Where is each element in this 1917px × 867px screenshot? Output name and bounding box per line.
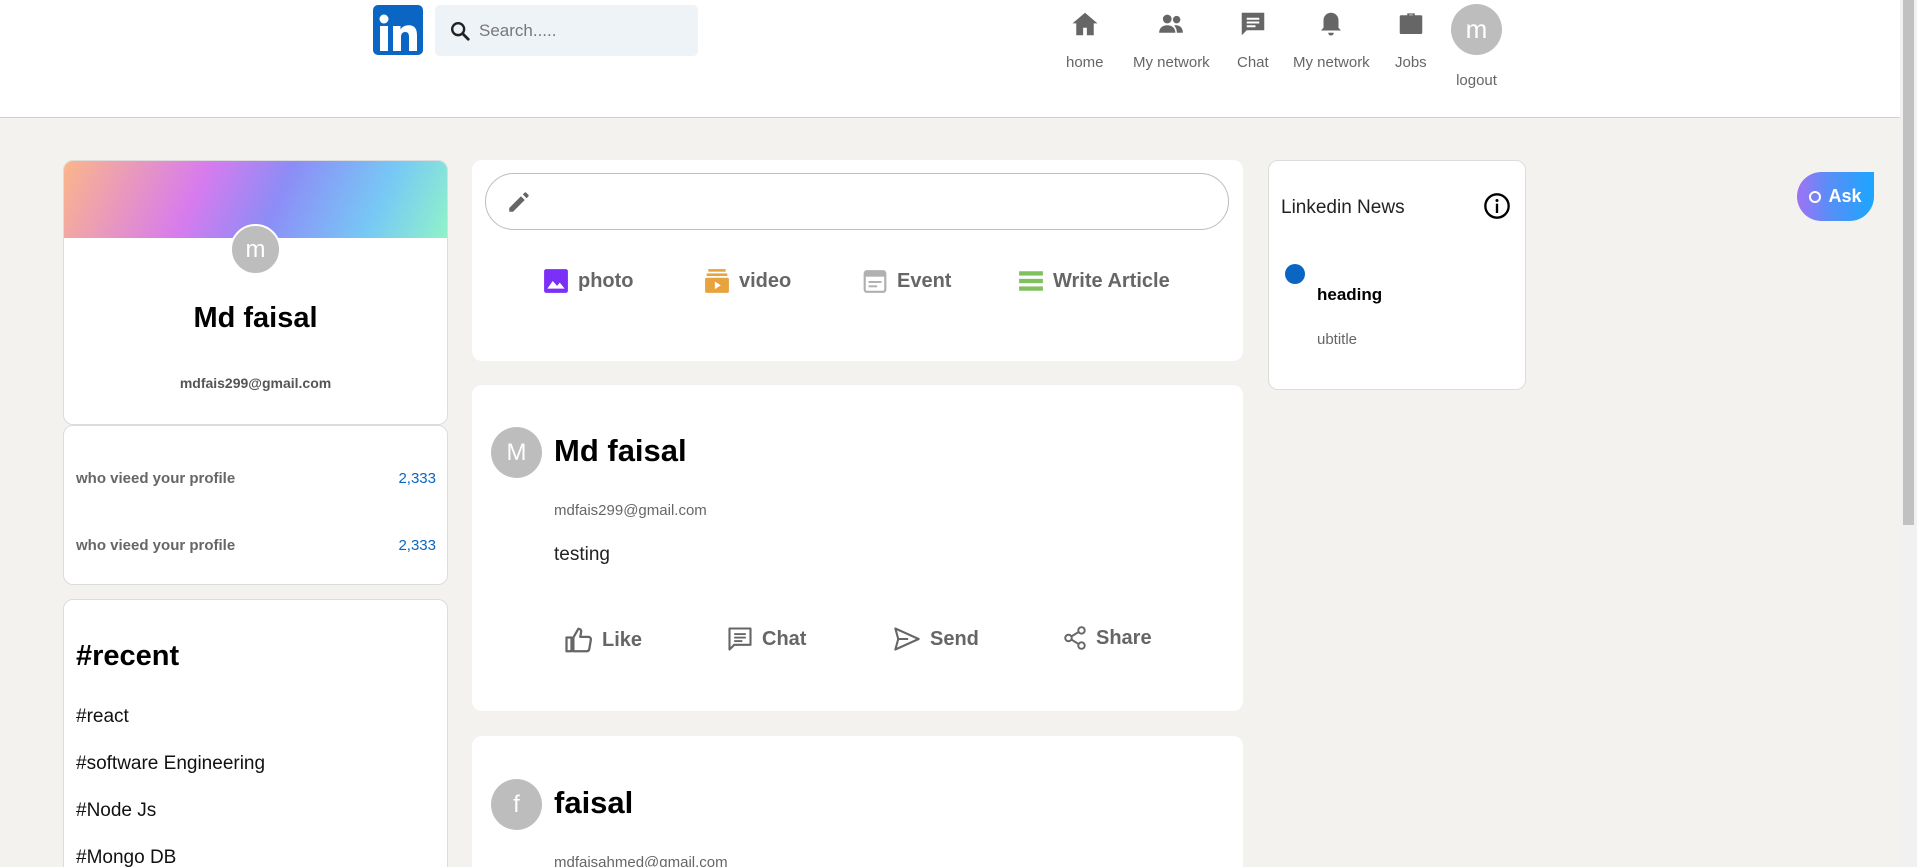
- ask-label: Ask: [1828, 186, 1862, 206]
- profile-stats-card: who vieed your profile 2,333 who vieed y…: [63, 425, 448, 585]
- nav-notifications[interactable]: My network: [1293, 4, 1370, 71]
- post-author-avatar[interactable]: f: [491, 779, 542, 830]
- info-icon[interactable]: [1483, 192, 1511, 225]
- news-item-subtitle: ubtitle: [1317, 331, 1358, 348]
- thumbs-up-icon: [564, 625, 594, 655]
- pencil-icon: [509, 191, 529, 212]
- stat-label: who vieed your profile: [76, 470, 236, 487]
- top-nav-bar: home My network Chat My network Jobs m l…: [0, 0, 1900, 118]
- nav-chat[interactable]: Chat: [1237, 4, 1269, 71]
- nav-jobs[interactable]: Jobs: [1395, 4, 1427, 71]
- nav-jobs-label: Jobs: [1395, 54, 1427, 71]
- post-card: f faisal mdfaisahmed@gmail.com: [472, 736, 1243, 867]
- compose-card: photo video Event Write Article: [472, 160, 1243, 361]
- page-scrollbar[interactable]: [1900, 0, 1917, 867]
- user-avatar[interactable]: m: [1451, 4, 1502, 55]
- profile-card: m Md faisal mdfais299@gmail.com: [63, 160, 448, 425]
- bell-icon: [1316, 4, 1346, 44]
- post-text: testing: [554, 544, 610, 565]
- share-button[interactable]: Share: [1062, 625, 1152, 651]
- scrollbar-thumb[interactable]: [1903, 0, 1914, 525]
- photo-icon: [543, 268, 569, 294]
- photo-label: photo: [578, 269, 634, 292]
- event-button[interactable]: Event: [862, 268, 951, 294]
- search-input[interactable]: [479, 20, 679, 41]
- article-icon: [1018, 268, 1044, 294]
- post-author-name[interactable]: faisal: [554, 785, 633, 821]
- post-card: M Md faisal mdfais299@gmail.com testing …: [472, 385, 1243, 711]
- stat-value: 2,333: [398, 537, 436, 554]
- share-icon: [1062, 625, 1088, 651]
- nav-home[interactable]: home: [1066, 4, 1104, 71]
- profile-avatar[interactable]: m: [230, 224, 281, 275]
- post-author-email: mdfais299@gmail.com: [554, 502, 707, 519]
- start-post-input[interactable]: [485, 173, 1229, 230]
- like-label: Like: [602, 628, 643, 651]
- recent-card: #recent #react #software Engineering #No…: [63, 599, 448, 867]
- recent-item[interactable]: #software Engineering: [76, 753, 265, 775]
- recent-item[interactable]: #react: [76, 706, 129, 728]
- send-button[interactable]: Send: [892, 625, 979, 653]
- profile-name: Md faisal: [193, 302, 318, 334]
- video-label: video: [739, 269, 792, 292]
- send-label: Send: [930, 627, 979, 650]
- stat-value: 2,333: [398, 470, 436, 487]
- home-icon: [1070, 4, 1100, 44]
- send-icon: [892, 625, 922, 653]
- ask-icon: [1809, 190, 1822, 203]
- ask-button[interactable]: Ask: [1797, 172, 1874, 221]
- profile-email: mdfais299@gmail.com: [179, 375, 332, 391]
- nav-chat-label: Chat: [1237, 54, 1269, 71]
- stat-label: who vieed your profile: [76, 537, 236, 554]
- news-card: Linkedin News heading ubtitle: [1268, 160, 1526, 390]
- write-article-button[interactable]: Write Article: [1018, 268, 1170, 294]
- share-label: Share: [1096, 626, 1152, 649]
- nav-my-network[interactable]: My network: [1133, 4, 1210, 71]
- like-button[interactable]: Like: [564, 625, 642, 655]
- nav-notifications-label: My network: [1293, 54, 1370, 71]
- recent-item[interactable]: #Mongo DB: [76, 847, 176, 867]
- nav-my-network-label: My network: [1133, 54, 1210, 71]
- people-icon: [1156, 4, 1186, 44]
- post-author-avatar[interactable]: M: [491, 427, 542, 478]
- chat-icon: [1238, 4, 1268, 44]
- nav-home-label: home: [1066, 54, 1104, 71]
- photo-button[interactable]: photo: [543, 268, 634, 294]
- write-article-label: Write Article: [1053, 269, 1170, 292]
- search-bar: [435, 5, 698, 56]
- search-icon: [451, 21, 470, 41]
- post-author-name[interactable]: Md faisal: [554, 433, 687, 469]
- comment-icon: [726, 625, 754, 653]
- briefcase-icon: [1396, 4, 1426, 44]
- video-button[interactable]: video: [704, 268, 791, 294]
- chat-label: Chat: [762, 627, 807, 650]
- stat-row[interactable]: who vieed your profile 2,333: [76, 537, 436, 554]
- stat-row[interactable]: who vieed your profile 2,333: [76, 470, 436, 487]
- news-bullet-icon: [1285, 264, 1305, 284]
- calendar-icon: [862, 268, 888, 294]
- recent-title: #recent: [76, 640, 180, 672]
- news-item-heading[interactable]: heading: [1317, 285, 1382, 305]
- linkedin-logo[interactable]: [373, 5, 423, 55]
- post-author-email: mdfaisahmed@gmail.com: [554, 854, 728, 867]
- news-title: Linkedin News: [1281, 197, 1405, 218]
- chat-button[interactable]: Chat: [726, 625, 806, 653]
- event-label: Event: [897, 269, 952, 292]
- recent-item[interactable]: #Node Js: [76, 800, 156, 822]
- logout-link[interactable]: logout: [1451, 72, 1502, 89]
- linkedin-logo-icon: [379, 14, 417, 51]
- video-icon: [704, 268, 730, 294]
